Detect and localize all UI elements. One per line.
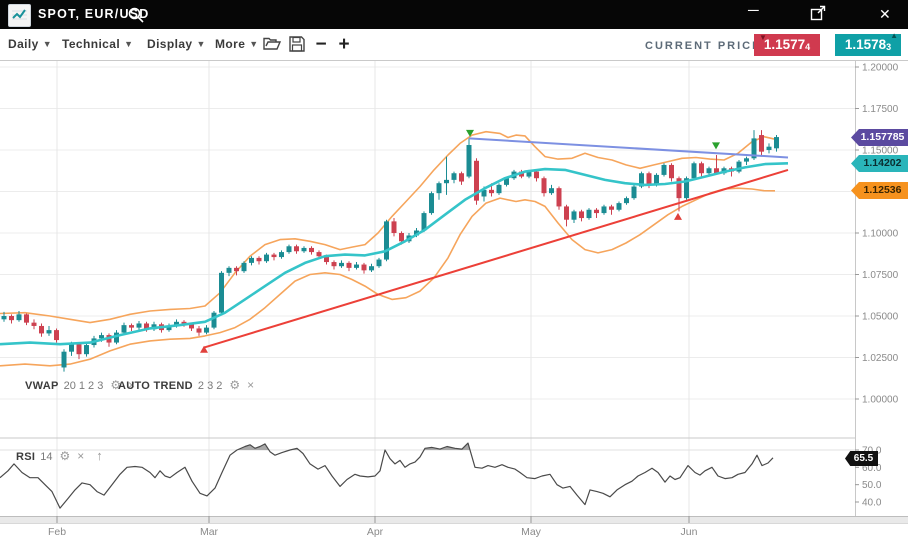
auto-trend-legend: AUTO TREND2 3 2⚙× [118,378,254,392]
close-icon[interactable]: × [247,378,254,392]
rsi-line [0,443,773,508]
zoom-out-button[interactable]: − [310,34,332,56]
rsi-value-badge: 65.5 [845,451,878,466]
chevron-down-icon: ▼ [124,39,133,49]
sell-marker-icon [466,130,474,137]
buy-marker-icon [674,213,682,220]
menu-timeframe[interactable]: Daily▼ [8,37,52,51]
close-icon[interactable]: × [77,449,84,463]
time-axis[interactable]: Feb Mar Apr May Jun [0,516,908,538]
month-label: Mar [200,526,219,538]
month-label: Feb [48,526,66,538]
arrow-up-icon: ▲ [890,25,898,47]
price-badge: 1.12536 [851,182,908,199]
search-icon[interactable] [127,6,145,24]
zoom-in-button[interactable]: + [333,34,355,56]
price-badge: 1.14202 [851,155,908,172]
rsi-legend: RSI14⚙×↑ [16,448,103,463]
trend-line-down[interactable] [469,138,788,157]
chevron-down-icon: ▼ [197,39,206,49]
menu-technical[interactable]: Technical▼ [62,37,133,51]
price-tick-label: 1.05000 [862,312,899,323]
popout-button[interactable] [810,5,826,26]
price-gridlines [0,67,855,399]
trend-line-up[interactable] [204,170,788,348]
close-icon[interactable]: ✕ [879,5,891,23]
rsi-tick-label: 40.0 [862,497,882,508]
app-logo-icon [8,4,31,27]
open-folder-icon[interactable] [262,34,284,56]
price-tick-label: 1.00000 [862,395,899,406]
price-tick-label: 1.17500 [862,104,899,115]
gear-icon[interactable]: ⚙ [60,449,71,463]
price-tick-label: 1.02500 [862,353,899,364]
minimize-button[interactable]: ─ [748,2,759,20]
price-chart-canvas[interactable]: 1.200001.175001.150001.125001.100001.075… [0,0,908,538]
price-tick-label: 1.15000 [862,146,899,157]
menu-display[interactable]: Display▼ [147,37,206,51]
sell-marker-icon [712,142,720,149]
current-price-label: CURRENT PRICE: [645,40,767,52]
month-gridlines [57,60,689,516]
price-tick-label: 1.20000 [862,63,899,74]
ask-price-badge[interactable]: 1.15783▲ [835,34,901,56]
collapse-panel-icon[interactable]: ↑ [96,448,103,463]
chevron-down-icon: ▼ [249,39,258,49]
month-label: May [521,526,542,538]
gear-icon[interactable]: ⚙ [229,378,240,392]
month-label: Apr [367,526,384,538]
month-label: Jun [681,526,698,538]
price-tick-label: 1.10000 [862,229,899,240]
bid-price-badge[interactable]: ▼1.15774 [754,34,820,56]
title-bar: SPOT, EUR/USD ─ ✕ [0,0,908,29]
save-icon[interactable] [287,34,309,56]
price-tick-label: 1.07500 [862,270,899,281]
menu-more[interactable]: More▼ [215,37,259,51]
chevron-down-icon: ▼ [43,39,52,49]
rsi-tick-label: 50.0 [862,480,882,491]
arrow-down-icon: ▼ [759,27,767,49]
price-badge: 1.157785 [851,129,908,146]
